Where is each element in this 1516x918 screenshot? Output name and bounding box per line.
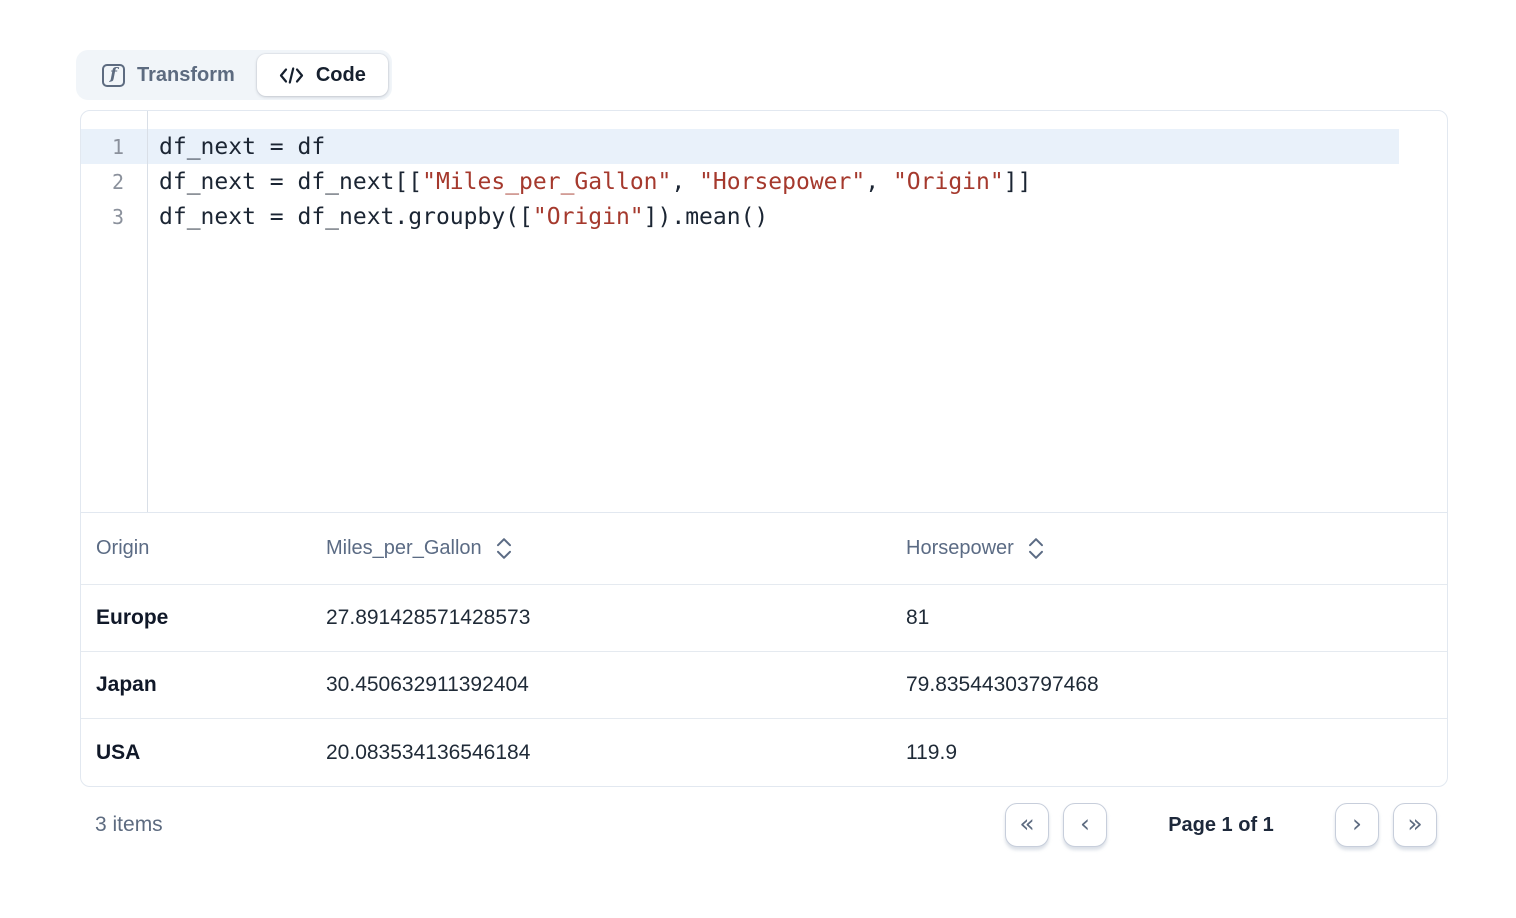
code-icon: [279, 67, 304, 84]
gutter-divider: [147, 111, 148, 512]
last-page-button[interactable]: »: [1393, 803, 1437, 847]
tab-code[interactable]: Code: [257, 54, 388, 96]
items-count: 3 items: [80, 813, 163, 837]
table-row: Japan 30.450632911392404 79.835443037974…: [81, 652, 1447, 719]
chevron-left-icon: ‹: [1080, 811, 1090, 836]
column-header-origin: Origin: [81, 537, 326, 560]
cell-horsepower: 119.9: [906, 741, 1447, 765]
next-page-button[interactable]: ›: [1335, 803, 1379, 847]
main-panel: 1 df_next = df 2 df_next = df_next[["Mil…: [80, 110, 1448, 787]
table-row: Europe 27.891428571428573 81: [81, 585, 1447, 652]
line-number: 1: [81, 135, 147, 159]
code-line[interactable]: 1 df_next = df: [81, 129, 1447, 164]
previous-page-button[interactable]: ‹: [1063, 803, 1107, 847]
double-chevron-left-icon: «: [1019, 811, 1034, 836]
cell-miles-per-gallon: 27.891428571428573: [326, 606, 906, 630]
code-line[interactable]: 2 df_next = df_next[["Miles_per_Gallon",…: [81, 164, 1447, 199]
cell-miles-per-gallon: 30.450632911392404: [326, 673, 906, 697]
result-table: Origin Miles_per_Gallon Horsepower: [81, 513, 1447, 786]
table-header-row: Origin Miles_per_Gallon Horsepower: [81, 513, 1447, 585]
table-row: USA 20.083534136546184 119.9: [81, 719, 1447, 786]
first-page-button[interactable]: «: [1005, 803, 1049, 847]
function-icon: f: [102, 64, 125, 87]
column-header-horsepower[interactable]: Horsepower: [906, 537, 1447, 560]
chevron-right-icon: ›: [1352, 811, 1362, 836]
view-mode-tabs: f Transform Code: [76, 50, 392, 100]
pagination: « ‹ Page 1 of 1 › »: [1005, 803, 1448, 847]
double-chevron-right-icon: »: [1407, 811, 1422, 836]
sort-icon[interactable]: [1028, 537, 1044, 560]
code-line[interactable]: 3 df_next = df_next.groupby(["Origin"]).…: [81, 199, 1447, 234]
tab-code-label: Code: [316, 64, 366, 87]
app-root: f Transform Code 1 df_next = df 2: [0, 0, 1516, 918]
cell-origin: Europe: [81, 606, 326, 630]
cell-horsepower: 79.83544303797468: [906, 673, 1447, 697]
table-footer: 3 items « ‹ Page 1 of 1 › »: [80, 801, 1448, 849]
sort-icon[interactable]: [496, 537, 512, 560]
code-editor[interactable]: 1 df_next = df 2 df_next = df_next[["Mil…: [81, 111, 1447, 513]
tab-transform[interactable]: f Transform: [80, 54, 257, 96]
code-line-content: df_next = df_next.groupby(["Origin"]).me…: [147, 204, 1447, 230]
code-line-content: df_next = df_next[["Miles_per_Gallon", "…: [147, 169, 1447, 195]
page-indicator: Page 1 of 1: [1121, 814, 1321, 837]
cell-horsepower: 81: [906, 606, 1447, 630]
tab-transform-label: Transform: [137, 64, 235, 87]
code-line-content: df_next = df: [147, 134, 1447, 160]
column-header-miles-per-gallon[interactable]: Miles_per_Gallon: [326, 537, 906, 560]
line-number: 3: [81, 205, 147, 229]
cell-miles-per-gallon: 20.083534136546184: [326, 741, 906, 765]
cell-origin: USA: [81, 741, 326, 765]
line-number: 2: [81, 170, 147, 194]
cell-origin: Japan: [81, 673, 326, 697]
